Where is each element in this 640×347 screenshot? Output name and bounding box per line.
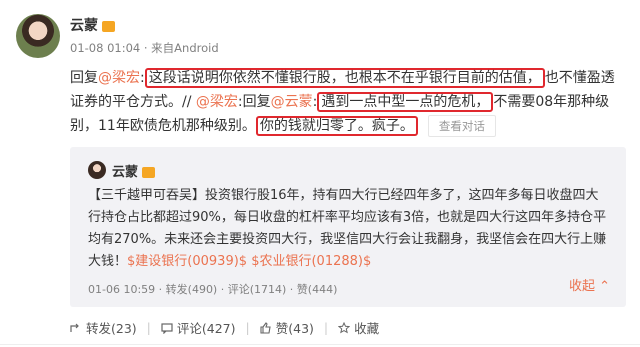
comment-button[interactable]: 评论(427) — [161, 318, 236, 337]
highlighted-text-3: 你的钱就归零了。疯子。 — [255, 116, 418, 136]
avatar[interactable] — [16, 14, 60, 58]
author-name-text[interactable]: 云蒙 — [70, 18, 98, 34]
comment-icon — [161, 322, 173, 334]
repost-text: 【三千越甲可吞吴】投资银行股16年，持有四大行已经四年多了，这四年多每日收盘四大… — [88, 185, 610, 273]
action-bar: 转发(23) | 评论(427) | 赞(43) | 收藏 — [70, 318, 379, 337]
like-button[interactable]: 赞(43) — [260, 318, 314, 337]
author-name[interactable]: 云蒙 — [70, 15, 115, 35]
repost-button[interactable]: 转发(23) — [70, 318, 137, 337]
post-content: 回复@梁宏: 这段话说明你依然不懂银行股，也根本不在乎银行目前的估值， 也不懂盈透证… — [70, 66, 626, 138]
repost-author[interactable]: 云蒙 — [112, 161, 156, 180]
stock-link-ccb[interactable]: $建设银行(00939)$ — [127, 254, 247, 269]
highlighted-text-1: 这段话说明你依然不懂银行股，也根本不在乎银行目前的估值， — [144, 68, 545, 88]
text-colon: : — [140, 70, 145, 86]
comment-label: 评论(427) — [176, 321, 236, 336]
separator: | — [146, 320, 151, 335]
view-dialog-button[interactable]: 查看对话 — [427, 115, 496, 137]
share-icon — [70, 323, 79, 332]
mention-link[interactable]: @梁宏 — [196, 94, 238, 110]
star-icon — [338, 321, 351, 333]
like-label: 赞(43) — [275, 321, 314, 336]
repost-card[interactable]: 云蒙 【三千越甲可吞吴】投资银行股16年，持有四大行已经四年多了，这四年多每日收… — [70, 147, 626, 307]
collapse-button[interactable]: 收起 ⌃ — [569, 275, 610, 294]
crown-icon — [142, 167, 156, 178]
reply-prefix: 回复 — [70, 70, 98, 86]
mention-link[interactable]: @梁宏 — [98, 70, 140, 86]
separator: | — [323, 320, 329, 335]
repost-avatar[interactable] — [88, 161, 106, 179]
favorite-button[interactable]: 收藏 — [338, 318, 379, 337]
separator: | — [245, 320, 250, 335]
highlighted-text-2: 遇到一点中型一点的危机， — [317, 92, 494, 112]
repost-meta: 01-06 10:59 · 转发(490) · 评论(1714) · 赞(444… — [88, 283, 338, 296]
thumbs-up-icon — [260, 321, 271, 334]
crown-icon — [102, 20, 115, 32]
repost-author-text[interactable]: 云蒙 — [112, 165, 138, 180]
reply-text: :回复 — [237, 94, 271, 110]
stock-link-abc[interactable]: $农业银行(01288)$ — [251, 254, 371, 269]
post-meta: 01-08 01:04 · 来自Android — [70, 41, 219, 55]
mention-link[interactable]: @云蒙 — [271, 94, 313, 110]
repost-label: 转发(23) — [86, 321, 137, 336]
favorite-label: 收藏 — [354, 321, 380, 336]
divider — [0, 344, 640, 345]
